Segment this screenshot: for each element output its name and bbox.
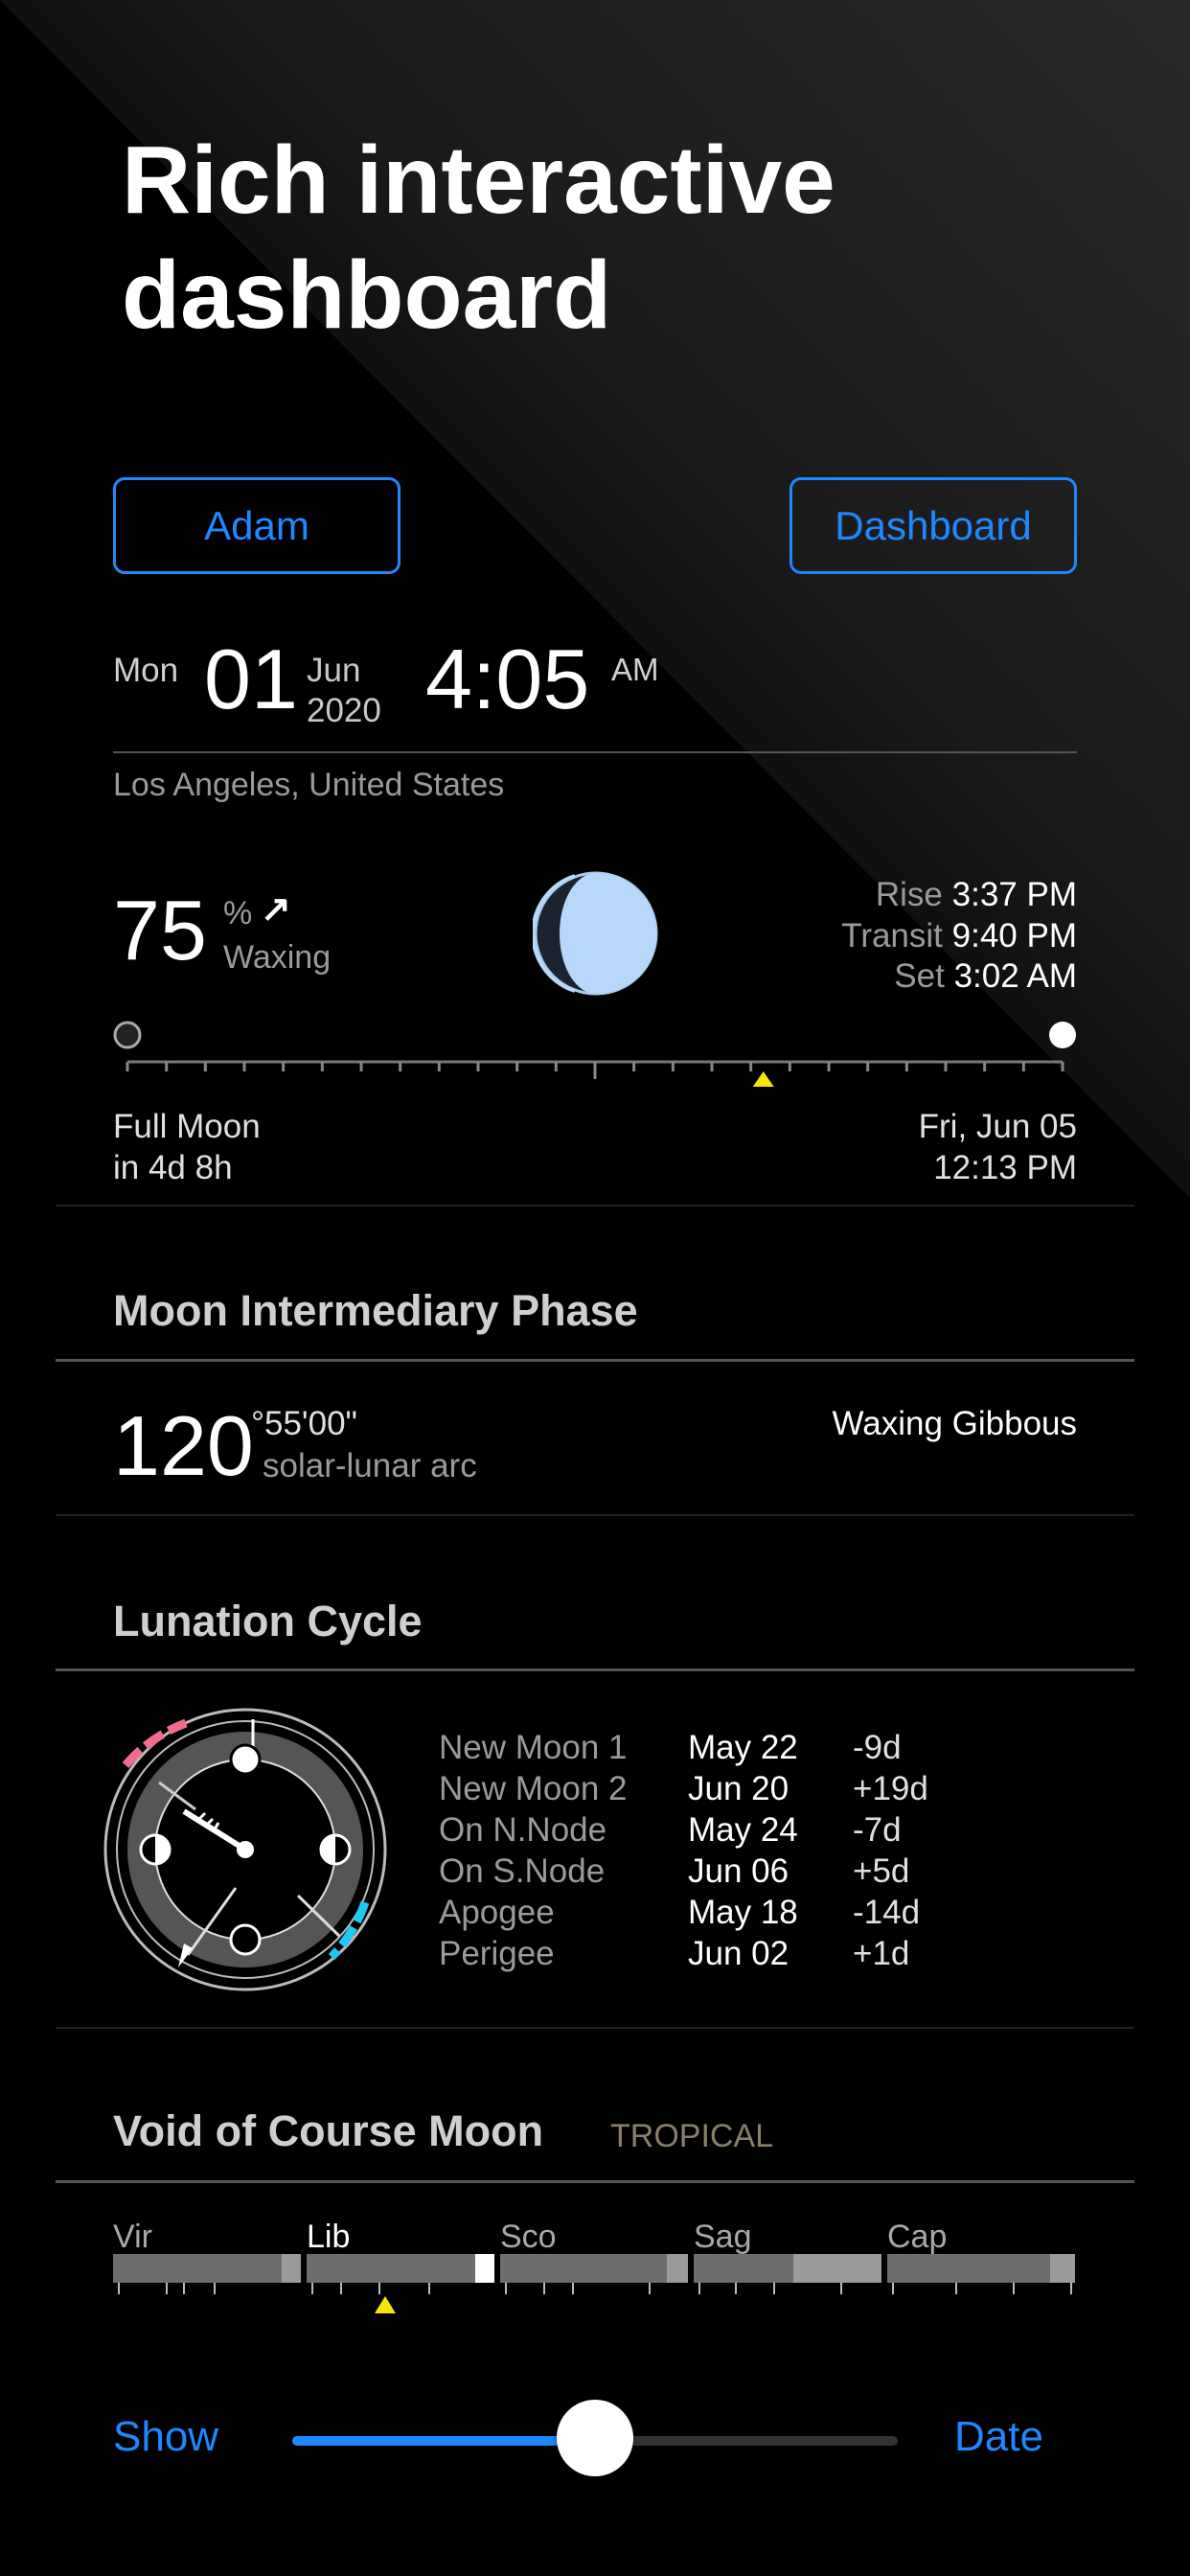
rise-label: Rise [875,876,943,913]
lunation-event-name: Perigee [439,1935,555,1972]
arc-degrees: 120 [113,1398,254,1493]
day-value: 01 [204,632,298,726]
divider [56,1205,1134,1207]
set-label: Set [894,957,945,995]
moon-rise-row: Rise 3:37 PM [876,876,1077,914]
hero-title: Rich interactive dashboard [122,126,835,349]
lunation-event-name: New Moon 2 [439,1770,628,1807]
lunation-event-date: Jun 20 [688,1770,790,1807]
lunation-event-delta: +5d [853,1852,910,1890]
arc-minutes: °55'00" [251,1405,357,1442]
lunation-event-delta: +19d [853,1770,928,1807]
next-event-time: 12:13 PM [933,1149,1077,1186]
date-button[interactable]: Date [954,2413,1043,2461]
sign-label-vir: Vir [113,2219,152,2255]
transit-label: Transit [841,917,943,954]
set-value: 3:02 AM [953,957,1077,995]
lunation-event-name: On S.Node [439,1852,606,1890]
lunation-title: Lunation Cycle [113,1597,423,1645]
lunation-event-name: New Moon 1 [439,1729,628,1766]
trend-arrow-icon: ↗ [261,889,291,930]
timeline-end-dot [1049,1022,1076,1048]
next-event-eta: in 4d 8h [113,1149,233,1186]
void-current-marker [375,2296,396,2313]
show-button[interactable]: Show [113,2413,218,2461]
date-slider-thumb[interactable] [557,2400,633,2476]
user-button[interactable]: Adam [113,477,400,574]
ampm-label: AM [611,652,659,687]
rise-value: 3:37 PM [951,876,1077,913]
dashboard-button[interactable]: Dashboard [790,477,1077,574]
lunation-event-date: May 22 [688,1729,798,1766]
sign-label-cap: Cap [887,2219,948,2255]
month-label: Jun [307,652,361,689]
date-slider-track[interactable] [292,2400,898,2476]
location-label: Los Angeles, United States [113,767,505,803]
timeline-marker [752,1071,774,1087]
lunation-event-delta: -14d [853,1894,921,1931]
lunation-event-date: May 18 [688,1894,798,1931]
sign-label-sco: Sco [500,2219,557,2255]
lunation-event-name: On N.Node [439,1811,607,1849]
next-event-label: Full Moon [113,1108,261,1145]
weekday-label: Mon [113,652,179,689]
lunation-event-date: Jun 02 [688,1935,790,1972]
lunation-event-delta: -7d [853,1811,902,1849]
sign-label-lib: Lib [307,2219,351,2255]
phase-trend-label: Waxing [223,939,332,976]
divider [113,751,1077,753]
percent-symbol: % [223,895,253,932]
void-course-bar[interactable] [113,2254,1081,2319]
moon-set-row: Set 3:02 AM [894,957,1077,996]
lunation-clock-diagram [103,1708,387,1991]
moon-transit-row: Transit 9:40 PM [841,917,1077,955]
intermediary-title: Moon Intermediary Phase [113,1286,638,1335]
moon-phase-icon [533,871,658,996]
lunation-event-date: Jun 06 [688,1852,790,1890]
date-slider-fill [292,2436,595,2446]
phase-name: Waxing Gibbous [832,1405,1078,1442]
moon-timeline[interactable] [105,1014,1092,1091]
illumination-value: 75 [113,883,207,978]
timeline-start-dot [113,1021,142,1049]
divider [56,2027,1134,2029]
lunation-event-name: Apogee [439,1894,555,1931]
sign-label-sag: Sag [694,2219,752,2255]
lunation-event-delta: +1d [853,1935,910,1972]
lunation-event-date: May 24 [688,1811,798,1849]
divider [56,1668,1134,1671]
lunation-event-delta: -9d [853,1729,902,1766]
divider [56,2180,1134,2183]
zodiac-mode-label: TROPICAL [610,2118,774,2154]
divider [56,1359,1134,1362]
time-value: 4:05 [425,632,590,726]
year-label: 2020 [307,692,381,729]
void-course-title: Void of Course Moon [113,2106,544,2155]
arc-label: solar-lunar arc [263,1447,477,1484]
next-event-date: Fri, Jun 05 [918,1108,1077,1145]
transit-value: 9:40 PM [951,917,1077,954]
divider [56,1514,1134,1516]
